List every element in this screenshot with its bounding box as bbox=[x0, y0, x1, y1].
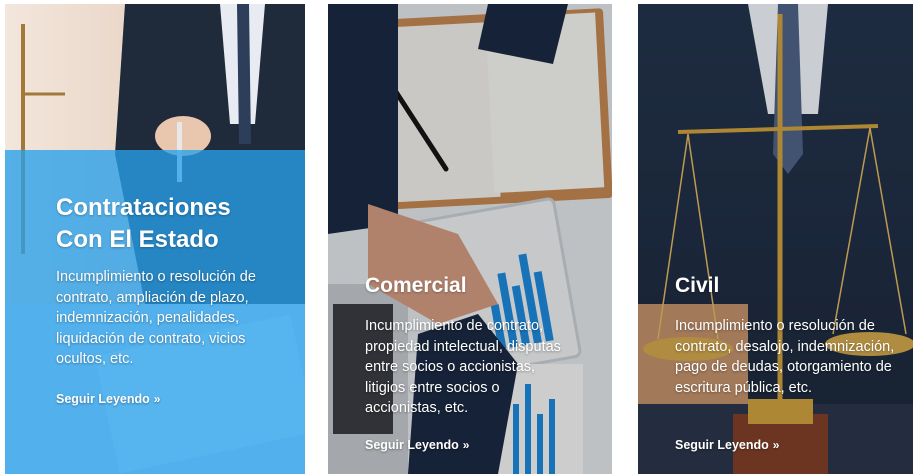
read-more-link[interactable]: Seguir Leyendo» bbox=[56, 392, 160, 406]
card-description: Incumplimiento o resolución de contrato,… bbox=[675, 318, 895, 396]
card-title: Contrataciones Con El Estado bbox=[56, 192, 286, 256]
service-card-civil[interactable]: Civil Incumplimiento o resolución de con… bbox=[638, 4, 913, 474]
card-description: Incumplimiento o resolución de contrato,… bbox=[56, 269, 256, 367]
read-more-label: Seguir Leyendo bbox=[56, 392, 150, 406]
card-title: Comercial bbox=[365, 274, 467, 297]
service-card-contrataciones[interactable]: Contrataciones Con El Estado Incumplimie… bbox=[5, 4, 305, 474]
service-card-comercial[interactable]: Comercial Incumplimiento de contrato, pr… bbox=[328, 4, 612, 474]
card-title-line-2: Con El Estado bbox=[56, 226, 219, 253]
card-title-line-1: Contrataciones bbox=[56, 194, 231, 221]
read-more-label: Seguir Leyendo bbox=[365, 438, 459, 452]
double-chevron-right-icon: » bbox=[462, 438, 470, 452]
read-more-link[interactable]: Seguir Leyendo» bbox=[365, 438, 469, 452]
card-description: Incumplimiento de contrato, propiedad in… bbox=[365, 318, 561, 416]
card-title: Civil bbox=[675, 274, 720, 297]
read-more-label: Seguir Leyendo bbox=[675, 438, 769, 452]
double-chevron-right-icon: » bbox=[772, 438, 780, 452]
double-chevron-right-icon: » bbox=[153, 392, 161, 406]
card-background-image bbox=[638, 4, 913, 474]
read-more-link[interactable]: Seguir Leyendo» bbox=[675, 438, 779, 452]
